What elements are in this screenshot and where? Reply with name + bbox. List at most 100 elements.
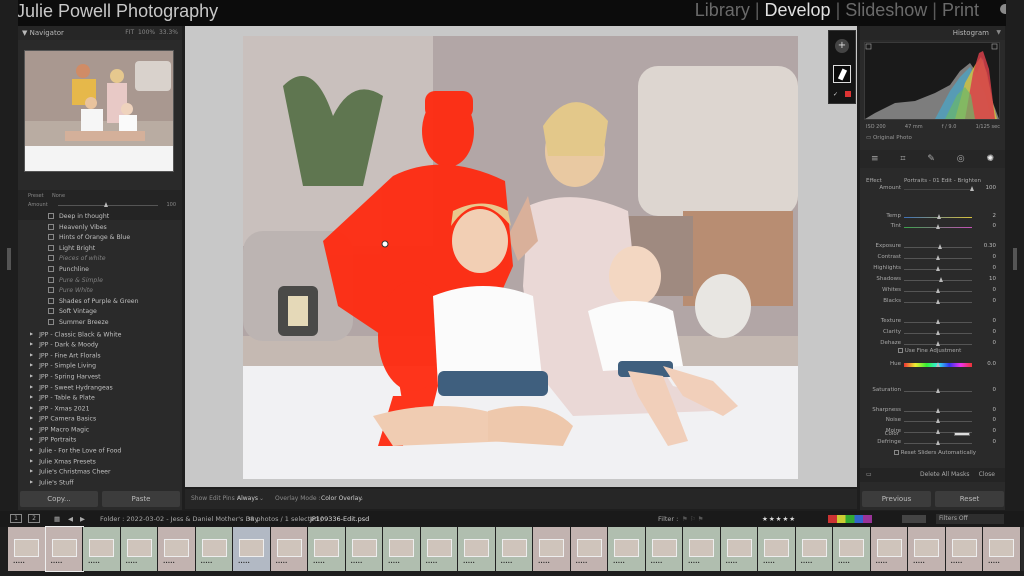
filmstrip-thumbnail[interactable]: •••••	[945, 527, 983, 571]
color-swatch[interactable]	[954, 432, 970, 436]
slider-knob[interactable]	[936, 214, 941, 219]
zoom-custom[interactable]: 33.3%	[159, 29, 178, 36]
filmstrip-thumbnail[interactable]: •••••	[608, 527, 646, 571]
previous-button[interactable]: Previous	[862, 491, 931, 507]
slider-value[interactable]: 0	[993, 340, 997, 346]
slider-value[interactable]: 0.0	[987, 361, 996, 367]
sliders-icon[interactable]: ≡	[871, 154, 879, 164]
grid-icon[interactable]: ▦	[54, 511, 60, 527]
preset-folder[interactable]: JPP - Table & Plate	[18, 392, 182, 403]
slider-noise[interactable]: Noise 0	[860, 416, 1005, 426]
preset-folder[interactable]: Julie's Stuff	[18, 477, 182, 488]
slider-knob[interactable]	[935, 224, 940, 229]
slider-value[interactable]: 0	[993, 318, 997, 324]
slider-knob[interactable]	[938, 277, 943, 282]
crop-icon[interactable]: ⌗	[900, 154, 905, 164]
slider-knob[interactable]	[935, 319, 940, 324]
slider-sharpness[interactable]: Sharpness 0	[860, 406, 1005, 416]
histogram-graph[interactable]	[864, 42, 1000, 120]
filmstrip-thumbnail[interactable]: •••••	[270, 527, 308, 571]
view-2-button[interactable]: 2	[28, 514, 40, 523]
filmstrip-thumbnail[interactable]: •••••	[795, 527, 833, 571]
zoom-fit[interactable]: FIT	[125, 29, 134, 36]
slider-track[interactable]	[904, 189, 972, 190]
checkmark-icon[interactable]: ✓	[833, 91, 838, 98]
overlay-mode-select[interactable]: Color Overlay	[321, 489, 362, 509]
slider-saturation[interactable]: Saturation 0	[860, 386, 1005, 396]
preset-folder[interactable]: JPP - Xmas 2021	[18, 403, 182, 414]
slider-value[interactable]: 0	[993, 287, 997, 293]
preset-item[interactable]: Summer Breeze	[18, 318, 182, 329]
preset-folder[interactable]: JPP - Classic Black & White	[18, 329, 182, 340]
slider-knob[interactable]	[935, 255, 940, 260]
slider-value[interactable]: 0	[993, 265, 997, 271]
mask-thumbnail[interactable]	[833, 65, 851, 83]
close-masks-button[interactable]: Close	[979, 468, 995, 482]
copy-button[interactable]: Copy...	[20, 491, 98, 507]
filmstrip-thumbnail[interactable]: •••••	[345, 527, 383, 571]
slider-knob[interactable]	[935, 288, 940, 293]
filmstrip-thumbnail[interactable]: •••••	[195, 527, 233, 571]
slider-value[interactable]: 0	[993, 439, 997, 445]
source-path[interactable]: Folder : 2022-03-02 - Jess & Daniel Moth…	[100, 511, 258, 527]
slider-knob[interactable]	[935, 341, 940, 346]
slider-value[interactable]: 0	[993, 254, 997, 260]
preset-folder[interactable]: JPP - Simple Living	[18, 360, 182, 371]
slider-value[interactable]: 0	[993, 428, 997, 434]
slider-highlights[interactable]: Highlights 0	[860, 264, 1005, 274]
slider-knob[interactable]	[935, 408, 940, 413]
module-develop[interactable]: Develop	[760, 0, 836, 21]
reset-sliders-checkbox[interactable]	[894, 450, 899, 455]
module-slideshow[interactable]: Slideshow	[840, 0, 932, 21]
slider-whites[interactable]: Whites 0	[860, 286, 1005, 296]
red-eye-icon[interactable]: ◎	[957, 154, 965, 164]
module-library[interactable]: Library	[690, 0, 755, 21]
filmstrip-thumbnail[interactable]: •••••	[645, 527, 683, 571]
preset-folder[interactable]: JPP - Spring Harvest	[18, 371, 182, 382]
slider-temp[interactable]: Temp 2	[860, 212, 1005, 222]
slider-knob[interactable]	[937, 244, 942, 249]
slider-value[interactable]: 0	[993, 387, 997, 393]
mask-panel-icon[interactable]: ▭	[866, 468, 872, 482]
histogram-header[interactable]: Histogram ▼	[860, 26, 1005, 40]
slider-knob[interactable]	[969, 186, 974, 191]
slider-shadows[interactable]: Shadows 10	[860, 275, 1005, 285]
mask-color-icon[interactable]	[845, 91, 851, 97]
slider-contrast[interactable]: Contrast 0	[860, 253, 1005, 263]
filmstrip-thumbnail[interactable]: •••••	[533, 527, 571, 571]
masking-icon[interactable]: ✺	[986, 154, 994, 164]
filmstrip-thumbnail[interactable]: •••••	[158, 527, 196, 571]
paste-button[interactable]: Paste	[102, 491, 180, 507]
filters-off-select[interactable]: Filters Off	[936, 514, 1004, 524]
preset-item[interactable]: Deep in thought	[18, 212, 182, 223]
slider-value[interactable]: 0	[993, 329, 997, 335]
preset-item[interactable]: Hints of Orange & Blue	[18, 233, 182, 244]
fine-adjustment-checkbox[interactable]	[898, 348, 903, 353]
preset-value[interactable]: None	[52, 193, 65, 199]
reset-button[interactable]: Reset	[935, 491, 1004, 507]
preset-folder[interactable]: Julie Xmas Presets	[18, 456, 182, 467]
preset-folder[interactable]: Julie's Christmas Cheer	[18, 466, 182, 477]
delete-all-masks-button[interactable]: Delete All Masks	[920, 468, 970, 482]
navigator-preview[interactable]	[24, 50, 174, 172]
add-mask-icon[interactable]: +	[835, 39, 849, 53]
filmstrip-thumbnail[interactable]: •••••	[120, 527, 158, 571]
filmstrip-thumbnail[interactable]: •••••	[570, 527, 608, 571]
slider-knob[interactable]	[935, 266, 940, 271]
filmstrip-thumbnail[interactable]: •••••	[758, 527, 796, 571]
slider-value[interactable]: 2	[993, 213, 997, 219]
preset-folder[interactable]: JPP Macro Magic	[18, 424, 182, 435]
slider-clarity[interactable]: Clarity 0	[860, 328, 1005, 338]
filmstrip-thumbnail[interactable]: •••••	[495, 527, 533, 571]
preset-item[interactable]: Punchline	[18, 265, 182, 276]
preset-folder[interactable]: JPP - Dark & Moody	[18, 339, 182, 350]
slider-knob[interactable]	[935, 388, 940, 393]
slider-knob[interactable]	[935, 429, 940, 434]
photo-preview[interactable]	[243, 36, 798, 479]
navigator-header[interactable]: ▼ Navigator FIT 100% 33.3%	[18, 26, 182, 40]
slider-knob[interactable]	[935, 299, 940, 304]
healing-brush-icon[interactable]: ✎	[927, 154, 935, 164]
current-filename[interactable]: JP109336-Edit.psd	[310, 511, 369, 527]
filmstrip-thumbnail[interactable]: •••••	[720, 527, 758, 571]
back-arrow-icon[interactable]: ◀	[68, 511, 73, 527]
